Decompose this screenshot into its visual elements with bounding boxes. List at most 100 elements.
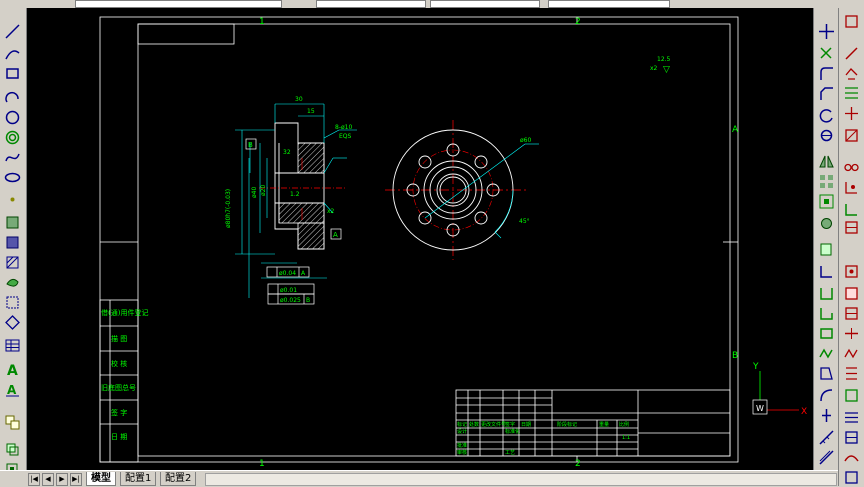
color-dropdown[interactable] — [316, 0, 426, 8]
wipeout-icon[interactable] — [3, 313, 22, 332]
explode-icon[interactable] — [817, 364, 836, 383]
angular-icon[interactable] — [842, 158, 861, 177]
aligned-dimension-icon[interactable] — [842, 44, 861, 63]
drawing-svg: 1 2 1 2 A B 借(通)用件登记 描 图 校 核 旧底图总号 签 字 日… — [99, 16, 807, 469]
stretch-icon[interactable] — [817, 262, 836, 281]
dim-override-icon[interactable] — [842, 408, 861, 427]
tab-layout-1[interactable]: 配置1 — [120, 472, 157, 486]
scale-icon[interactable] — [817, 126, 836, 145]
roughness-value: 12.5 — [657, 56, 671, 63]
ordinate-icon[interactable] — [842, 84, 861, 103]
tb-row-a-0: 标记 — [457, 421, 467, 428]
prev-tab-button[interactable]: ◀ — [42, 473, 54, 486]
table-icon[interactable] — [3, 336, 22, 355]
drawing-canvas[interactable]: 1 2 1 2 A B 借(通)用件登记 描 图 校 核 旧底图总号 签 字 日… — [27, 8, 813, 470]
tb-row-b-1: 标准化 — [505, 428, 520, 435]
dim-style-icon[interactable] — [842, 386, 861, 405]
multiline-text-icon[interactable]: A — [3, 360, 22, 379]
tb-stage-2: 比例 — [619, 421, 629, 428]
measure-icon[interactable] — [817, 428, 836, 447]
dim-x2: x2 — [327, 208, 335, 215]
dim-edit-icon[interactable] — [842, 324, 861, 343]
arc-icon[interactable] — [3, 88, 22, 107]
continue-icon[interactable] — [842, 218, 861, 237]
horizontal-scrollbar[interactable] — [205, 473, 837, 486]
dim-60: ø60 — [520, 137, 531, 144]
tb-stage-1: 重量 — [599, 421, 609, 428]
donut-icon[interactable] — [3, 128, 22, 147]
join-icon[interactable] — [817, 344, 836, 363]
block-icon[interactable] — [3, 213, 22, 232]
baseline-icon[interactable] — [842, 200, 861, 219]
tab-model[interactable]: 模型 — [86, 472, 116, 486]
first-tab-button[interactable]: |◀ — [28, 473, 40, 486]
dim-jog-icon[interactable] — [842, 468, 861, 487]
tab-layout-2[interactable]: 配置2 — [160, 472, 197, 486]
break-icon[interactable] — [817, 324, 836, 343]
draw-toolbar: A A — [0, 8, 27, 475]
spline-icon[interactable] — [3, 148, 22, 167]
trim-icon[interactable] — [817, 284, 836, 303]
dim-space-icon[interactable] — [842, 428, 861, 447]
line-icon[interactable] — [3, 22, 22, 41]
copy-object-icon[interactable] — [817, 44, 836, 63]
last-tab-button[interactable]: ▶| — [70, 473, 82, 486]
boundary-icon[interactable] — [3, 293, 22, 312]
arc-edit-icon[interactable] — [817, 386, 836, 405]
mirror-object-icon[interactable] — [817, 152, 836, 171]
linetype-dropdown[interactable] — [430, 0, 540, 8]
move-icon[interactable] — [817, 22, 836, 41]
circle-icon[interactable] — [3, 108, 22, 127]
dim-text-edit-icon[interactable] — [842, 344, 861, 363]
left-cell-5: 日 期 — [111, 433, 127, 441]
quick-dimension-icon[interactable] — [842, 178, 861, 197]
dim-update-icon[interactable] — [842, 364, 861, 383]
copy-icon[interactable] — [3, 413, 22, 432]
fillet-icon[interactable] — [817, 64, 836, 83]
leader-icon[interactable] — [842, 262, 861, 281]
gear-pattern-icon[interactable] — [817, 214, 836, 233]
svg-text:A: A — [7, 363, 18, 378]
point-icon[interactable] — [3, 190, 22, 209]
chamfer-sub: EQS — [339, 133, 352, 140]
radius-icon[interactable] — [842, 104, 861, 123]
region-icon[interactable] — [3, 273, 22, 292]
left-cell-1: 描 图 — [111, 334, 127, 343]
tb-row-a-4: 日期 — [521, 422, 531, 428]
zone-label-top-1: 1 — [259, 17, 265, 27]
chamfer-icon[interactable] — [817, 84, 836, 103]
next-tab-button[interactable]: ▶ — [56, 473, 68, 486]
array-icon[interactable] — [817, 172, 836, 191]
tol-perp-ref: A — [301, 270, 306, 277]
erase-icon[interactable] — [817, 240, 836, 259]
layer-dropdown[interactable] — [75, 0, 282, 8]
insert-icon[interactable] — [3, 233, 22, 252]
tb-row-a-3: 签字 — [505, 421, 515, 428]
tb-row-a-1: 处数 — [469, 421, 479, 428]
dim-break-icon[interactable] — [842, 448, 861, 467]
array-grid-icon[interactable] — [817, 192, 836, 211]
tol-perp: ø0.04 — [279, 270, 296, 277]
hatch-icon[interactable] — [3, 253, 22, 272]
arc-length-icon[interactable] — [842, 64, 861, 83]
tolerance-icon[interactable] — [842, 284, 861, 303]
single-line-text-icon[interactable]: A — [3, 380, 22, 399]
dim-12: 1.2 — [290, 191, 300, 198]
rectangle-icon[interactable] — [3, 64, 22, 83]
lineweight-dropdown[interactable] — [548, 0, 670, 8]
construction-line-icon[interactable] — [3, 44, 22, 63]
align-icon[interactable] — [817, 406, 836, 425]
linear-dimension-icon[interactable] — [842, 12, 861, 31]
rotate-icon[interactable] — [817, 106, 836, 125]
diameter-icon[interactable] — [842, 126, 861, 145]
ellipse-icon[interactable] — [3, 168, 22, 187]
dim-15: 15 — [307, 108, 315, 115]
mirror-icon[interactable] — [3, 440, 22, 459]
layout-tab-bar: |◀ ◀ ▶ ▶| 模型 配置1 配置2 — [0, 470, 838, 487]
zone-label-right-a: A — [732, 125, 739, 135]
divide-icon[interactable] — [817, 448, 836, 467]
datum-a: A — [333, 231, 338, 239]
dim-d20: ø20 — [260, 185, 267, 196]
extend-icon[interactable] — [817, 304, 836, 323]
center-mark-icon[interactable] — [842, 304, 861, 323]
